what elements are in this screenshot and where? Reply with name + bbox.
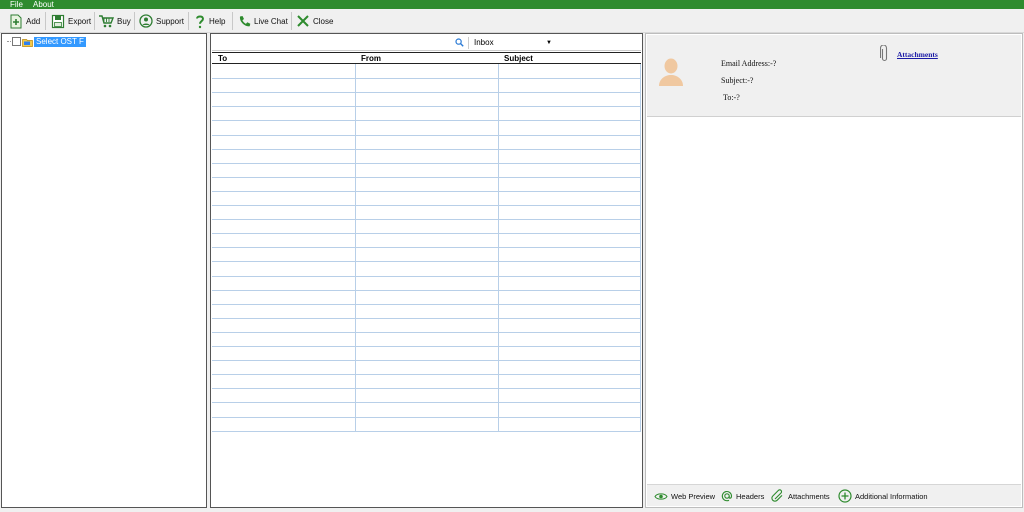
table-row-line <box>212 219 641 221</box>
column-header-subject[interactable]: Subject <box>498 52 641 64</box>
preview-pane: Email Address:-? Subject:-? To:-? Attach… <box>645 33 1023 508</box>
to-text: To:-? <box>723 93 740 102</box>
toolbar-separator <box>45 12 46 30</box>
mail-list-pane: Inbox ▼ To From Subject <box>210 33 643 508</box>
toolbar-separator <box>94 12 95 30</box>
table-row-line <box>212 402 641 404</box>
table-row-line <box>212 261 641 263</box>
table-row-line <box>212 374 641 376</box>
add-label: Add <box>26 16 41 26</box>
table-row-line <box>212 190 641 192</box>
buy-label: Buy <box>117 16 131 26</box>
tab-attachments[interactable]: Attachments <box>771 488 830 504</box>
help-label: Help <box>209 16 226 26</box>
tab-web-preview[interactable]: Web Preview <box>654 488 715 504</box>
folder-select-value: Inbox <box>474 38 494 47</box>
search-icon[interactable] <box>455 38 464 47</box>
menu-bar: File About <box>0 0 1024 9</box>
table-row-line <box>212 317 641 319</box>
live-chat-button[interactable]: Live Chat <box>238 11 288 31</box>
phone-icon <box>239 15 251 26</box>
toolbar: Add Export Buy Support Help Live Chat Cl… <box>0 9 1024 33</box>
table-row-line <box>212 78 641 80</box>
add-button[interactable]: Add <box>9 11 40 31</box>
tree-root-item[interactable]: Select OST F <box>12 36 86 47</box>
table-row-line <box>212 331 641 333</box>
folder-tree-pane: Select OST F <box>1 33 207 508</box>
avatar <box>659 58 683 86</box>
preview-tabs: Web Preview Headers Attachments Addition… <box>647 484 1021 506</box>
table-column-line <box>355 64 356 431</box>
table-row-line <box>212 247 641 249</box>
support-icon <box>139 14 153 28</box>
column-header-from[interactable]: From <box>355 52 498 64</box>
column-header-to[interactable]: To <box>212 52 355 64</box>
save-disk-icon <box>51 14 65 28</box>
live-chat-label: Live Chat <box>254 16 288 26</box>
tab-attachments-label: Attachments <box>788 491 830 501</box>
toolbar-separator <box>232 12 233 30</box>
tab-additional-information-label: Additional Information <box>855 491 928 501</box>
table-column-line <box>640 64 641 431</box>
table-row-line <box>212 430 641 432</box>
search-divider <box>468 37 469 49</box>
table-row-line <box>212 162 641 164</box>
paperclip-icon <box>771 489 783 502</box>
tab-headers-label: Headers <box>736 491 765 501</box>
export-label: Export <box>68 16 92 26</box>
tab-headers[interactable]: Headers <box>721 488 764 504</box>
plus-circle-icon <box>838 489 852 503</box>
table-row-line <box>212 176 641 178</box>
table-row-line <box>212 289 641 291</box>
table-row-line <box>212 92 641 94</box>
table-row-line <box>212 106 641 108</box>
close-x-icon <box>297 15 309 27</box>
tree-root-label: Select OST F <box>34 36 86 47</box>
table-row-line <box>212 233 641 235</box>
table-row-line <box>212 120 641 122</box>
table-row-line <box>212 416 641 418</box>
table-row-line <box>212 388 641 390</box>
export-button[interactable]: Export <box>51 11 91 31</box>
menu-file[interactable]: File <box>10 0 23 9</box>
help-button[interactable]: Help <box>194 11 225 31</box>
table-row-line <box>212 303 641 305</box>
table-row-line <box>212 360 641 362</box>
table-row-line <box>212 134 641 136</box>
tree-root-checkbox[interactable] <box>12 37 21 46</box>
search-bar: Inbox ▼ <box>212 35 641 51</box>
search-input[interactable] <box>214 36 464 49</box>
table-row-line <box>212 346 641 347</box>
folder-select[interactable]: Inbox ▼ <box>474 36 552 49</box>
close-label: Close <box>313 16 334 26</box>
close-button[interactable]: Close <box>296 11 333 31</box>
toolbar-separator <box>188 12 189 30</box>
ost-file-icon <box>22 38 33 47</box>
buy-button[interactable]: Buy <box>98 11 131 31</box>
chevron-down-icon: ▼ <box>546 39 552 46</box>
mail-header-area: Email Address:-? Subject:-? To:-? Attach… <box>647 35 1021 117</box>
toolbar-separator <box>291 12 292 30</box>
attachments-link[interactable]: Attachments <box>897 50 938 59</box>
tab-web-preview-label: Web Preview <box>671 491 716 501</box>
support-button[interactable]: Support <box>139 11 184 31</box>
toolbar-separator <box>134 12 135 30</box>
mail-table: To From Subject <box>212 52 641 432</box>
table-column-line <box>498 64 499 431</box>
menu-about[interactable]: About <box>33 0 54 9</box>
email-address-text: Email Address:-? <box>721 59 777 68</box>
tab-additional-information[interactable]: Additional Information <box>838 488 928 504</box>
help-question-icon <box>196 14 205 28</box>
table-row-line <box>212 275 641 277</box>
table-row-line <box>212 205 641 206</box>
at-sign-icon <box>721 490 733 502</box>
table-row-line <box>212 148 641 150</box>
subject-text: Subject:-? <box>721 76 754 85</box>
support-label: Support <box>156 16 185 26</box>
paperclip-icon <box>880 45 888 62</box>
eye-icon <box>654 492 668 500</box>
cart-icon <box>99 15 114 28</box>
add-file-icon <box>10 14 22 28</box>
